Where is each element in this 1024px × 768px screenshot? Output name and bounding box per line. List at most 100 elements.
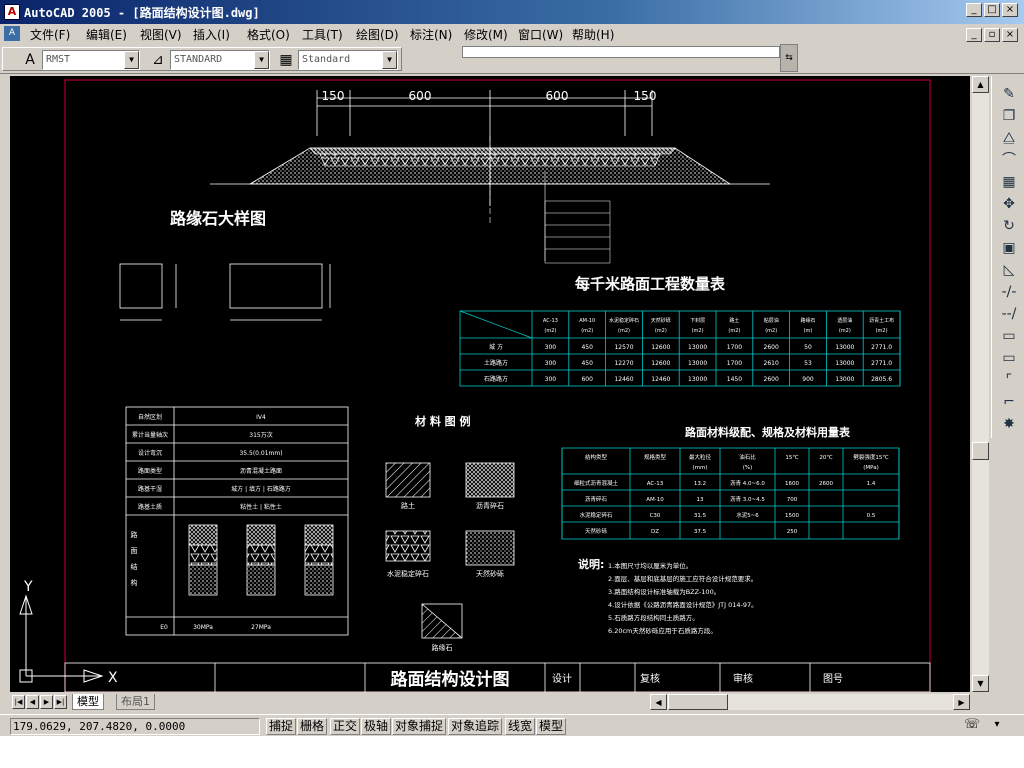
vertical-scroll-thumb[interactable] [972,442,989,460]
tab-layout1[interactable]: 布局1 [116,694,155,710]
osnap-toggle[interactable]: 对象捕捉 [392,718,447,735]
join-icon[interactable]: ▭ [998,348,1020,368]
close-button[interactable]: × [1002,3,1018,17]
menu-insert[interactable]: 插入(I) [193,26,230,43]
maximize-button[interactable]: □ [984,3,1000,17]
doc-close-button[interactable]: × [1002,28,1018,42]
cell-text: E0 [160,624,168,631]
drawing-title: 路面结构设计图 [391,669,510,690]
document-icon[interactable]: A [4,26,20,41]
note-line: 1.本图尺寸均以厘米为单位。 [608,561,692,570]
grid-toggle[interactable]: 栅格 [297,718,328,735]
autocad-icon[interactable]: A [4,4,20,20]
scroll-down-icon[interactable]: ▼ [972,675,989,692]
cell-text: 沥青混凝土路面 [240,467,282,475]
menu-tools[interactable]: 工具(T) [302,26,343,43]
trim-icon[interactable]: -/- [998,282,1020,302]
cell-text: 路基土质 [138,503,162,511]
horizontal-scrollbar[interactable]: ◀ ▶ [650,694,970,710]
chevron-down-icon[interactable]: ▼ [382,51,397,69]
vertical-scrollbar[interactable]: ▲ ▼ [972,76,989,692]
cell-text: 30MPa [193,624,213,631]
fillet-icon[interactable]: ⌐ [998,392,1020,412]
dim-style-select[interactable]: STANDARD ▼ [170,50,270,70]
otrack-toggle[interactable]: 对象追踪 [448,718,503,735]
dim-style-icon[interactable]: ⊿ [148,50,168,70]
cell-text: 37.5 [694,529,707,535]
menu-format[interactable]: 格式(O) [247,26,290,43]
table-style-icon[interactable]: ▦ [276,50,296,70]
communication-center-icon[interactable]: ☏ [962,717,982,735]
minimize-button[interactable]: _ [966,3,982,17]
doc-minimize-button[interactable]: _ [966,28,982,42]
copy-icon[interactable]: ❐ [998,106,1020,126]
erase-icon[interactable]: ✎ [998,84,1020,104]
rotate-icon[interactable]: ↻ [998,216,1020,236]
scroll-up-icon[interactable]: ▲ [972,76,989,93]
menu-help[interactable]: 帮助(H) [572,26,614,43]
first-tab-icon[interactable]: |◀ [12,695,25,709]
cell-text: 13.2 [694,481,706,487]
menu-modify[interactable]: 修改(M) [464,26,508,43]
last-tab-icon[interactable]: ▶| [54,695,67,709]
mirror-icon[interactable]: ⧋ [998,128,1020,148]
polar-toggle[interactable]: 极轴 [361,718,392,735]
cell-text: 50 [804,344,812,351]
title-bar: A AutoCAD 2005 - [路面结构设计图.dwg] _ □ × [0,0,1024,24]
menu-dimension[interactable]: 标注(N) [410,26,452,43]
menu-file[interactable]: 文件(F) [30,26,70,43]
cell-text: (m) [804,328,813,334]
move-icon[interactable]: ✥ [998,194,1020,214]
scroll-right-icon[interactable]: ▶ [953,694,970,710]
status-menu-arrow-icon[interactable]: ▾ [990,719,1004,733]
array-icon[interactable]: ▦ [998,172,1020,192]
menu-draw[interactable]: 绘图(D) [356,26,399,43]
text-style-icon[interactable]: A [20,50,40,70]
menu-edit[interactable]: 编辑(E) [86,26,127,43]
chamfer-icon[interactable]: ⌜ [998,370,1020,390]
prev-tab-icon[interactable]: ◀ [26,695,39,709]
horizontal-scroll-thumb[interactable] [668,694,728,710]
cell-text: 水泥稳定碎石 [579,511,613,519]
scroll-left-icon[interactable]: ◀ [650,694,667,710]
ortho-toggle[interactable]: 正交 [330,718,361,735]
next-tab-icon[interactable]: ▶ [40,695,53,709]
explode-icon[interactable]: ✸ [998,414,1020,434]
cell-text: 天然砂砾 [585,527,608,535]
cell-text: 累计当量轴次 [132,431,168,439]
table-style-select[interactable]: Standard ▼ [298,50,398,70]
dim-style-value: STANDARD [174,54,223,65]
cell-text: 12460 [651,376,670,383]
cell-text: 构 [131,578,138,587]
chevron-down-icon[interactable]: ▼ [254,51,269,69]
design-parameter-table: 自然区划 IV4 累计当量轴次 315万次设计弯沉 35.5(0.01mm) 路面类型 沥青… [125,406,349,636]
styles-toolbar: A RMST ▼ ⊿ STANDARD ▼ ▦ Standard ▼ ⇆ [0,44,1024,74]
menu-bar: A 文件(F) 编辑(E) 视图(V) 插入(I) 格式(O) 工具(T) 绘图… [0,24,1024,44]
ucs-y-label: Y [23,579,33,595]
extend-icon[interactable]: --/ [998,304,1020,324]
cell-text: 劈裂强度15℃ [853,453,888,461]
doc-restore-button[interactable]: ▫ [984,28,1000,42]
offset-icon[interactable]: ⌒ [998,150,1020,170]
chevron-down-icon[interactable]: ▼ [124,51,139,69]
text-style-select[interactable]: RMST ▼ [42,50,140,70]
model-toggle[interactable]: 模型 [536,718,567,735]
toolbar-grip-icon[interactable]: ⇆ [780,44,798,72]
menu-view[interactable]: 视图(V) [140,26,182,43]
cell-text: 700 [787,497,798,503]
stretch-icon[interactable]: ◺ [998,260,1020,280]
lineweight-toggle[interactable]: 线宽 [505,718,536,735]
cell-text: 53 [804,360,812,367]
cell-text: 20℃ [819,454,832,461]
scale-icon[interactable]: ▣ [998,238,1020,258]
drawing-area[interactable]: 150 600 600 150 路缘石大样图 每千米路面工程数量表 城 方 300… [10,76,970,692]
legend-label: 路缘石 [432,643,453,652]
tab-model[interactable]: 模型 [72,694,104,710]
snap-toggle[interactable]: 捕捉 [266,718,297,735]
note-line: 6.20cm天然砂砾应用于石质路方段。 [608,626,717,635]
menu-window[interactable]: 窗口(W) [518,26,563,43]
cell-text: 12600 [651,360,670,367]
break-icon[interactable]: ▭ [998,326,1020,346]
cell-text: 300 [545,376,557,383]
curb-detail-title: 路缘石大样图 [170,209,266,228]
